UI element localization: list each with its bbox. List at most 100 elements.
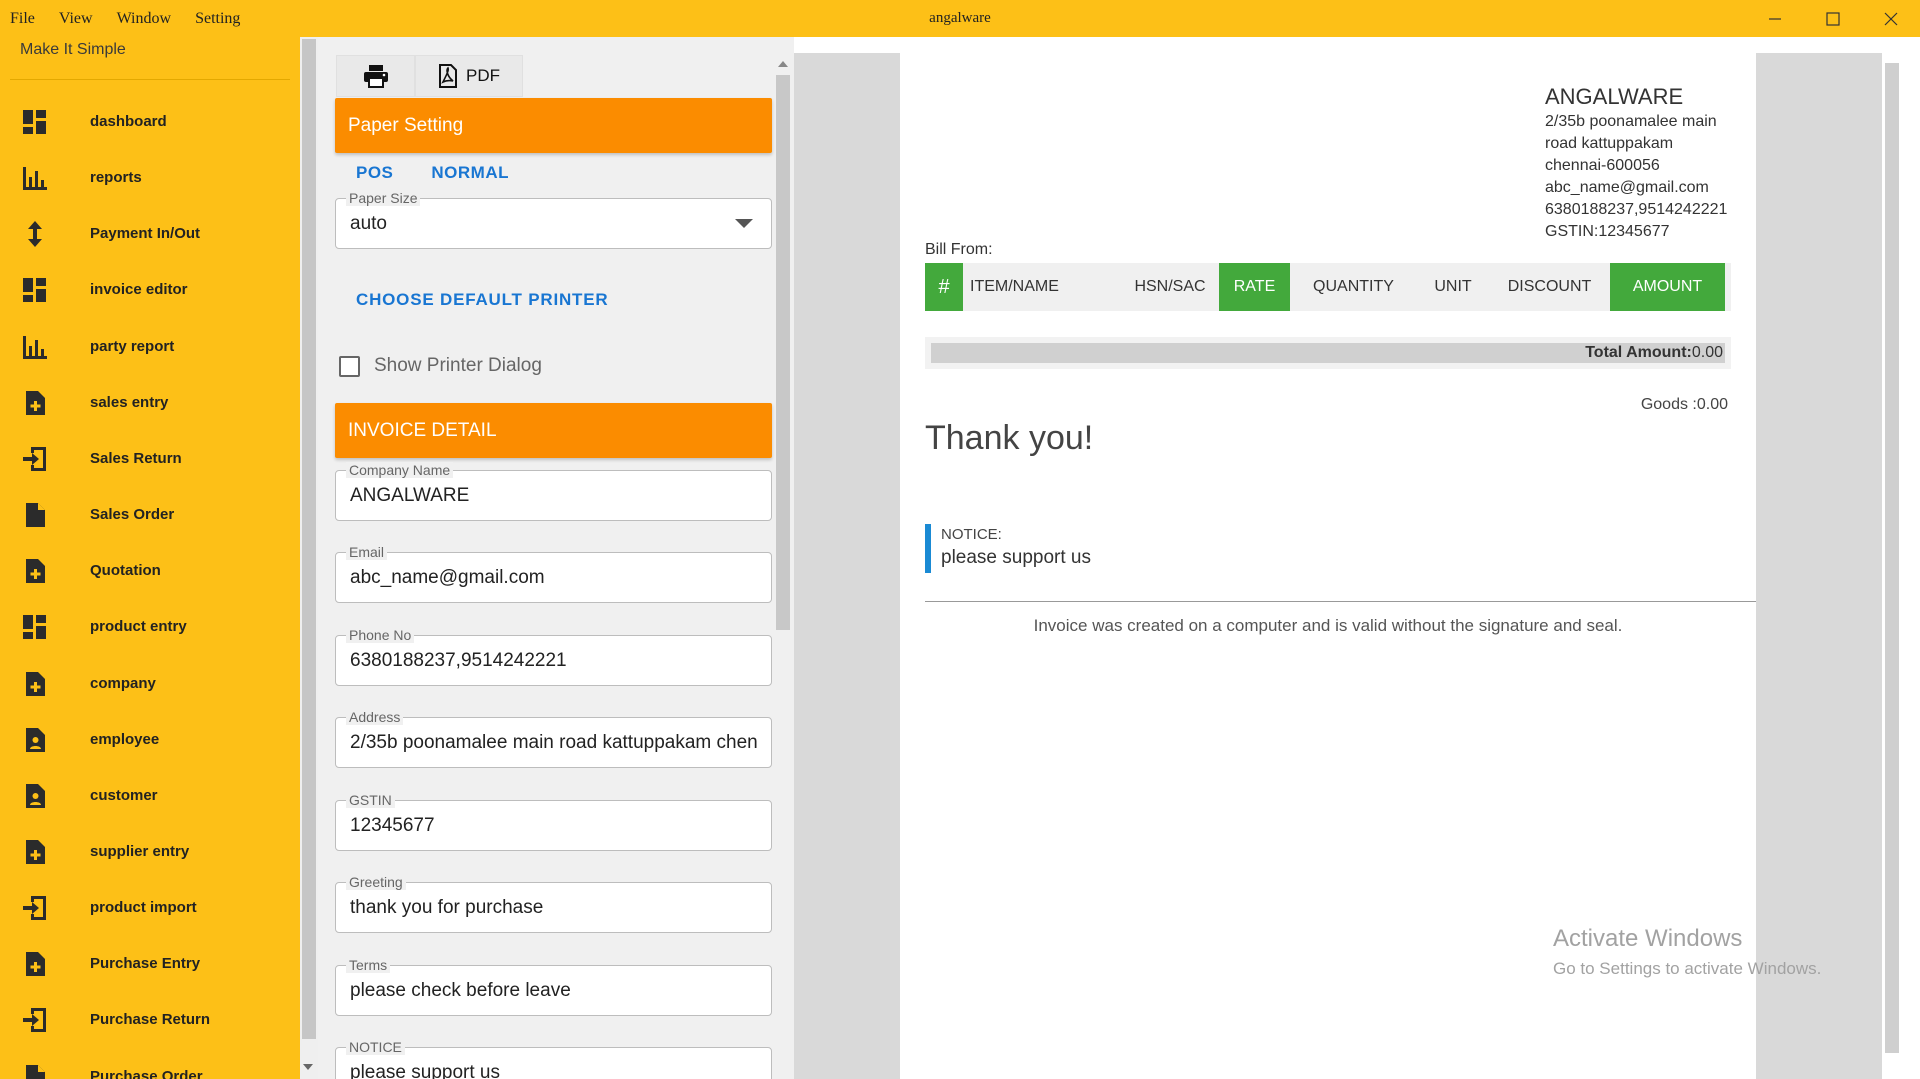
note-add-icon xyxy=(22,671,48,697)
notice-block: NOTICE: please support us xyxy=(925,524,1091,573)
sidebar-item-dashboard[interactable]: dashboard xyxy=(0,94,300,149)
column-unit: UNIT xyxy=(1434,278,1472,295)
paper-tabs: POS NORMAL xyxy=(356,163,547,183)
bill-from-label: Bill From: xyxy=(925,241,993,258)
sidebar-item-label: reports xyxy=(90,169,142,187)
greeting-value: thank you for purchase xyxy=(350,897,544,918)
total-amount-value: 0.00 xyxy=(1691,344,1723,361)
address-field[interactable]: Address 2/35b poonamalee main road kattu… xyxy=(335,709,772,768)
show-printer-dialog-label: Show Printer Dialog xyxy=(374,355,542,376)
brand-label: Make It Simple xyxy=(20,41,126,58)
notice-field[interactable]: NOTICE please support us xyxy=(335,1039,772,1079)
invoice-detail-header: INVOICE DETAIL xyxy=(335,403,772,458)
close-icon xyxy=(1884,12,1898,25)
greeting-field[interactable]: Greeting thank you for purchase xyxy=(335,874,772,933)
pdf-icon xyxy=(439,64,457,88)
bar-chart-icon xyxy=(22,334,48,360)
bar-chart-icon xyxy=(22,165,48,191)
phone-field[interactable]: Phone No 6380188237,9514242221 xyxy=(335,627,772,686)
sidebar-item-payment-in-out[interactable]: Payment In/Out xyxy=(0,206,300,261)
sidebar-item-sales-entry[interactable]: sales entry xyxy=(0,375,300,430)
gstin-value: 12345677 xyxy=(350,815,435,836)
sidebar-item-sales-order[interactable]: Sales Order xyxy=(0,487,300,542)
document-icon xyxy=(22,502,48,528)
toolbar: PDF xyxy=(336,55,523,97)
show-printer-dialog-checkbox[interactable]: Show Printer Dialog xyxy=(339,355,542,377)
checkbox-box[interactable] xyxy=(339,355,360,377)
sidebar-item-purchase-entry[interactable]: Purchase Entry xyxy=(0,936,300,991)
sidebar-item-supplier-entry[interactable]: supplier entry xyxy=(0,824,300,879)
note-add-icon xyxy=(22,390,48,416)
sidebar-item-company[interactable]: company xyxy=(0,656,300,711)
scrollbar-thumb[interactable] xyxy=(776,75,790,630)
column-rate: RATE xyxy=(1219,263,1290,311)
paper-size-label: Paper Size xyxy=(346,190,421,206)
window-controls xyxy=(1746,0,1920,37)
choose-default-printer-button[interactable]: CHOOSE DEFAULT PRINTER xyxy=(356,290,608,310)
maximize-button[interactable] xyxy=(1804,0,1862,37)
terms-field[interactable]: Terms please check before leave xyxy=(335,957,772,1016)
sidebar-item-label: invoice editor xyxy=(90,281,188,299)
email-field[interactable]: Email abc_name@gmail.com xyxy=(335,544,772,603)
sidebar-item-quotation[interactable]: Quotation xyxy=(0,543,300,598)
menu-file[interactable]: File xyxy=(10,10,35,28)
watermark-line1: Activate Windows xyxy=(1553,925,1743,952)
gstin-field[interactable]: GSTIN 12345677 xyxy=(335,792,772,851)
minimize-button[interactable] xyxy=(1746,0,1804,37)
tab-normal[interactable]: NORMAL xyxy=(431,163,509,183)
company-name-field[interactable]: Company Name ANGALWARE xyxy=(335,462,772,521)
company-phone: 6380188237,9514242221 xyxy=(1545,201,1728,218)
menu-setting[interactable]: Setting xyxy=(195,10,240,28)
company-name-label: Company Name xyxy=(346,462,454,478)
pdf-button[interactable]: PDF xyxy=(415,55,523,97)
sidebar-item-product-entry[interactable]: product entry xyxy=(0,599,300,654)
print-button[interactable] xyxy=(336,55,415,97)
sidebar-item-label: Purchase Order xyxy=(90,1067,203,1079)
settings-scrollbar[interactable] xyxy=(772,57,792,1079)
sidebar-item-customer[interactable]: customer xyxy=(0,768,300,823)
column-amount: AMOUNT xyxy=(1610,263,1725,311)
pdf-label: PDF xyxy=(466,66,500,85)
scrollbar-thumb[interactable] xyxy=(1885,63,1899,1053)
sidebar-item-label: party report xyxy=(90,337,175,355)
paper-size-value: auto xyxy=(350,213,387,234)
sidebar-item-label: Sales Return xyxy=(90,449,182,467)
sidebar-item-purchase-order[interactable]: Purchase Order xyxy=(0,1049,300,1079)
note-add-icon xyxy=(22,558,48,584)
sidebar-item-party-report[interactable]: party report xyxy=(0,319,300,374)
window-title: angalware xyxy=(929,10,991,26)
sidebar-item-product-import[interactable]: product import xyxy=(0,880,300,935)
address-line: road kattuppakam xyxy=(1545,135,1674,152)
login-icon xyxy=(22,1007,48,1033)
phone-label: Phone No xyxy=(346,627,415,643)
paper-size-select[interactable]: Paper Size auto xyxy=(335,190,772,249)
email-label: Email xyxy=(346,544,388,560)
scroll-up-arrow[interactable] xyxy=(778,61,788,67)
column-hash: # xyxy=(925,263,963,311)
sidebar-item-label: Purchase Entry xyxy=(90,955,201,973)
sidebar-item-employee[interactable]: employee xyxy=(0,712,300,767)
thank-you-message: Thank you! xyxy=(925,419,1094,457)
company-gstin: GSTIN:12345677 xyxy=(1545,223,1670,240)
login-icon xyxy=(22,446,48,472)
sidebar-item-purchase-return[interactable]: Purchase Return xyxy=(0,992,300,1047)
scrollbar-thumb[interactable] xyxy=(302,39,316,1039)
preview-scrollbar[interactable] xyxy=(1882,53,1902,1079)
company-name-value: ANGALWARE xyxy=(350,485,470,506)
sidebar-item-reports[interactable]: reports xyxy=(0,150,300,205)
sidebar-scrollbar[interactable] xyxy=(300,37,318,1079)
sidebar-item-sales-return[interactable]: Sales Return xyxy=(0,431,300,486)
minimize-icon xyxy=(1769,17,1781,20)
person-document-icon xyxy=(22,727,48,753)
close-button[interactable] xyxy=(1862,0,1920,37)
menu-window[interactable]: Window xyxy=(117,10,171,28)
tab-pos[interactable]: POS xyxy=(356,163,393,183)
sidebar-item-label: product entry xyxy=(90,618,187,636)
chevron-down-icon[interactable] xyxy=(735,219,753,228)
menu-view[interactable]: View xyxy=(59,10,93,28)
divider xyxy=(10,79,290,80)
sidebar-item-invoice-editor[interactable]: invoice editor xyxy=(0,262,300,317)
scroll-down-arrow[interactable] xyxy=(303,1064,313,1070)
sidebar-item-label: dashboard xyxy=(90,113,167,130)
company-block: ANGALWARE 2/35b poonamalee main road kat… xyxy=(1545,83,1745,243)
